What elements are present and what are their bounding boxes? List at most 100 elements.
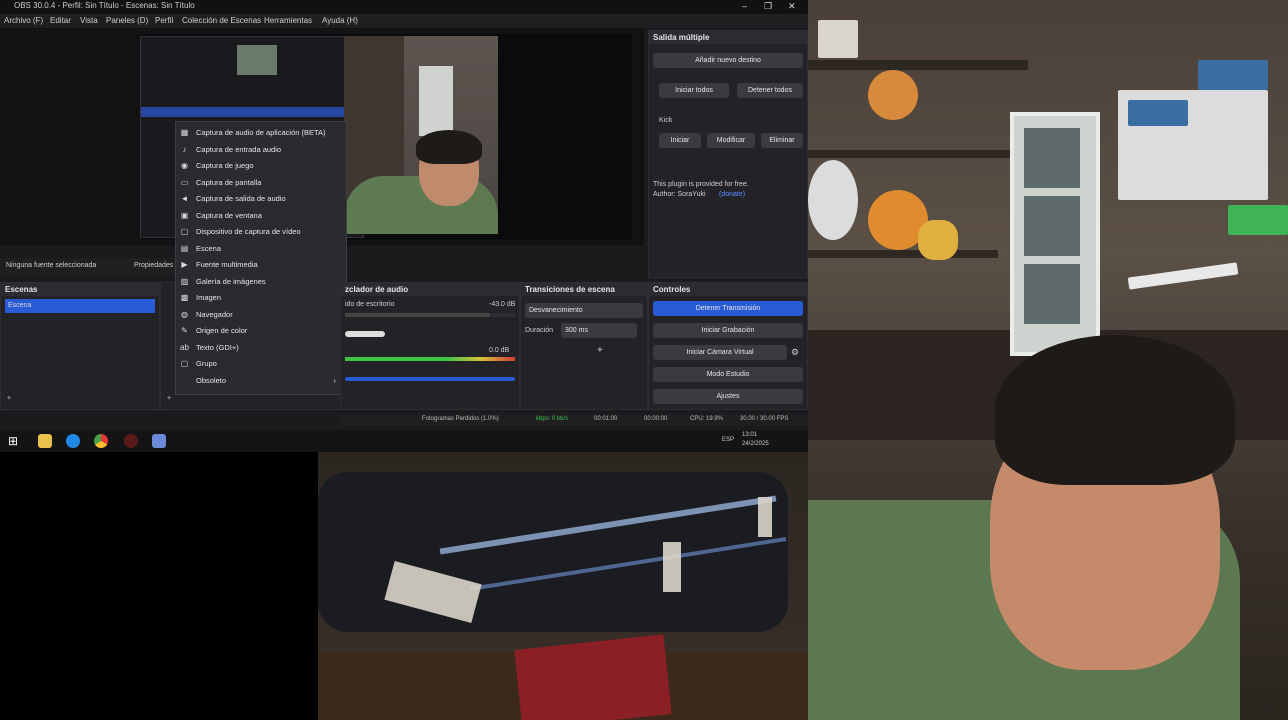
edge-icon[interactable] <box>66 434 80 448</box>
menu-item-label: Captura de salida de audio <box>196 194 286 203</box>
submenu-arrow-icon: › <box>333 375 337 385</box>
gamepad-icon: ◉ <box>181 161 188 170</box>
add-source-button[interactable]: + <box>167 395 171 402</box>
clock-time[interactable]: 13:01 <box>742 432 757 438</box>
menu-ayuda[interactable]: Ayuda (H) <box>322 16 358 25</box>
fps: 30.00 / 30.00 FPS <box>740 416 789 422</box>
audio-title: zclador de audio <box>341 283 519 296</box>
menu-vista[interactable]: Vista <box>80 16 98 25</box>
duration-input[interactable]: 300 ms <box>561 323 637 338</box>
menu-item-label: Dispositivo de captura de vídeo <box>196 227 301 236</box>
channel1-slider[interactable] <box>345 331 385 337</box>
controls-panel: Controles Detener Transmisión Iniciar Gr… <box>648 282 808 410</box>
channel1-label: ido de escritorio <box>345 301 395 308</box>
preview-video <box>344 36 498 234</box>
chrome-icon[interactable] <box>94 434 108 448</box>
add-source-menu-item[interactable]: ▢ Grupo <box>180 356 342 372</box>
add-target-button[interactable]: Añadir nuevo destino <box>653 53 803 68</box>
transition-select[interactable]: Desvanecimiento <box>525 303 643 318</box>
add-source-menu-item[interactable]: Obsoleto › <box>180 373 342 389</box>
window-title: OBS 30.0.4 - Perfil: Sin Título - Escena… <box>14 1 195 10</box>
app-icon[interactable] <box>152 434 166 448</box>
webcam-feed-bottom <box>318 452 808 720</box>
channel2-slider[interactable] <box>345 377 515 381</box>
menu-item-label: Captura de audio de aplicación (BETA) <box>196 128 326 137</box>
add-source-menu-item[interactable]: ◉ Captura de juego <box>180 158 342 174</box>
add-transition-icon[interactable]: + <box>597 345 603 356</box>
add-source-menu-item[interactable]: ▭ Captura de pantalla <box>180 175 342 191</box>
virtual-camera-button[interactable]: Iniciar Cámara Virtual <box>653 345 787 360</box>
menu-perfil[interactable]: Perfil <box>155 16 173 25</box>
menu-item-label: Navegador <box>196 309 233 319</box>
studio-mode-button[interactable]: Modo Estudio <box>653 367 803 382</box>
status-bar: Fotogramas Perdidos (1.0%) kbps: 0 kb/s … <box>340 414 808 426</box>
duration-label: Duración <box>525 327 554 334</box>
donate-link[interactable]: (donate) <box>719 191 745 198</box>
add-source-menu-item[interactable]: ♪ Captura de entrada audio <box>180 142 342 158</box>
channel1-level: -43.0 dB <box>489 301 516 308</box>
stream-time: 00:01:00 <box>594 416 618 422</box>
add-source-menu-item[interactable]: ▨ Galería de imágenes <box>180 274 342 290</box>
menu-item-label: Captura de juego <box>196 161 254 170</box>
camera-icon: ▢ <box>180 227 189 236</box>
obs-icon[interactable] <box>124 434 138 448</box>
add-source-menu-item[interactable]: ✎ Origen de color <box>180 323 342 339</box>
add-source-menu-item[interactable]: ◄ Captura de salida de audio <box>180 191 342 207</box>
obs-window: OBS 30.0.4 - Perfil: Sin Título - Escena… <box>0 0 808 452</box>
windows-start-icon[interactable]: ⊞ <box>8 434 22 448</box>
target-label: Kick <box>659 117 673 124</box>
clock-date[interactable]: 24/2/2025 <box>742 441 769 447</box>
add-source-menu-item[interactable]: ▩ Imagen <box>180 290 342 306</box>
target-start-button[interactable]: Iniciar <box>659 133 701 148</box>
target-edit-button[interactable]: Modificar <box>707 133 755 148</box>
add-source-menu-item[interactable]: ab Texto (GDI+) <box>180 340 342 356</box>
properties-button[interactable]: Propiedades <box>134 262 173 269</box>
target-delete-button[interactable]: Eliminar <box>761 133 803 148</box>
monitor-icon: ▭ <box>180 177 189 187</box>
speaker-icon: ◄ <box>180 194 189 203</box>
browser-icon: ◍ <box>181 309 188 319</box>
stop-all-button[interactable]: Detener todos <box>737 83 803 98</box>
add-source-menu-item[interactable]: ▤ Escena <box>180 241 342 257</box>
add-source-menu-item[interactable]: ◍ Navegador <box>180 307 342 323</box>
door <box>1010 112 1100 356</box>
scene-item[interactable]: Escena <box>5 299 155 313</box>
stop-stream-button[interactable]: Detener Transmisión <box>653 301 803 316</box>
menu-archivo[interactable]: Archivo (F) <box>4 16 43 25</box>
transitions-title: Transiciones de escena <box>521 283 647 296</box>
language-indicator[interactable]: ESP <box>722 437 734 443</box>
add-source-menu-item[interactable]: ▶ Fuente multimedia <box>180 257 342 273</box>
add-source-menu-item[interactable]: ▣ Captura de ventana <box>180 208 342 224</box>
cpu-usage: CPU: 19.9% <box>690 416 724 422</box>
gallery-icon: ▨ <box>180 276 189 286</box>
title-bar: OBS 30.0.4 - Perfil: Sin Título - Escena… <box>0 0 808 14</box>
minimize-button[interactable]: – <box>742 1 747 11</box>
start-recording-button[interactable]: Iniciar Grabación <box>653 323 803 338</box>
settings-button[interactable]: Ajustes <box>653 389 803 404</box>
controls-title: Controles <box>649 283 807 296</box>
media-icon: ▶ <box>181 260 188 269</box>
group-icon: ▢ <box>180 359 189 368</box>
channel2-meter <box>345 357 515 361</box>
menu-item-label: Captura de entrada audio <box>196 144 282 154</box>
menu-paneles[interactable]: Paneles (D) <box>106 16 148 25</box>
dropped-frames: Fotogramas Perdidos (1.0%) <box>422 416 499 422</box>
add-source-menu-item[interactable]: ▦ Captura de audio de aplicación (BETA) <box>180 125 342 141</box>
menu-item-label: Escena <box>196 243 222 253</box>
file-explorer-icon[interactable] <box>38 434 52 448</box>
maximize-button[interactable]: ❐ <box>764 1 772 12</box>
close-button[interactable]: ✕ <box>788 1 796 12</box>
menu-herramientas[interactable]: Herramientas <box>264 16 312 25</box>
bitrate: kbps: 0 kb/s <box>536 416 569 422</box>
menu-item-label: Galería de imágenes <box>196 276 266 286</box>
gear-icon[interactable]: ⚙ <box>791 347 799 358</box>
channel2-level: 0.0 dB <box>489 347 510 354</box>
add-scene-button[interactable]: + <box>7 395 11 402</box>
start-all-button[interactable]: Iniciar todos <box>659 83 729 98</box>
taskbar: ⊞ ESP 13:01 24/2/2025 <box>0 430 808 452</box>
menu-editar[interactable]: Editar <box>50 16 71 25</box>
menu-escenas[interactable]: Colección de Escenas <box>182 16 261 25</box>
menu-item-label: Obsoleto <box>196 375 227 385</box>
plugin-author: Author: SoraYuki <box>653 191 706 198</box>
add-source-menu-item[interactable]: ▢ Dispositivo de captura de vídeo <box>180 224 342 240</box>
